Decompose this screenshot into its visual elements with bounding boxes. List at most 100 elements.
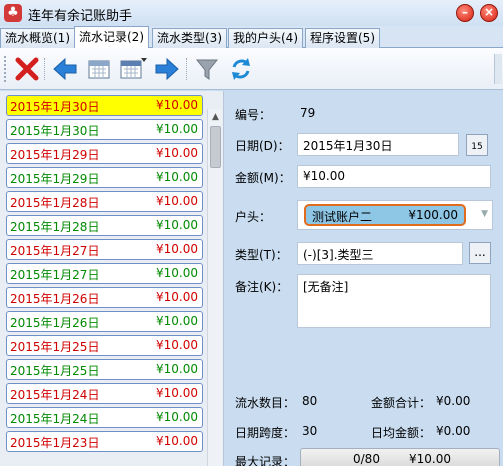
- delete-icon[interactable]: [12, 54, 42, 84]
- daily-value: ¥0.00: [436, 424, 471, 438]
- span-label: 日期跨度：: [235, 426, 296, 440]
- record-date: 2015年1月30日: [10, 100, 100, 114]
- record-date: 2015年1月28日: [10, 220, 100, 234]
- record-date: 2015年1月23日: [10, 436, 100, 450]
- record-list-item[interactable]: 2015年1月30日 ¥10.00: [6, 119, 203, 140]
- record-date: 2015年1月25日: [10, 340, 100, 354]
- arrow-right-icon[interactable]: [152, 54, 182, 84]
- record-list-item[interactable]: 2015年1月26日 ¥10.00: [6, 311, 203, 332]
- amount-label: 金额(M)：: [235, 171, 291, 185]
- refresh-icon[interactable]: [226, 54, 256, 84]
- date-field[interactable]: 2015年1月30日: [297, 133, 459, 156]
- tab-overview[interactable]: 流水概览(1): [0, 28, 75, 48]
- tab-bar: 流水概览(1) 流水记录(2) 流水类型(3) 我的户头(4) 程序设置(5): [0, 26, 503, 49]
- window-title: 连年有余记账助手: [28, 9, 133, 24]
- span-value: 30: [302, 424, 318, 438]
- tab-accounts[interactable]: 我的户头(4): [228, 28, 303, 48]
- record-amount: ¥10.00: [156, 266, 198, 280]
- record-list-item[interactable]: 2015年1月30日 ¥10.00: [6, 95, 203, 116]
- record-date: 2015年1月30日: [10, 124, 100, 138]
- record-date: 2015年1月26日: [10, 292, 100, 306]
- record-amount: ¥10.00: [156, 218, 198, 232]
- id-value: 79: [300, 106, 316, 120]
- filter-icon[interactable]: [192, 54, 222, 84]
- note-field[interactable]: [无备注]: [297, 274, 491, 328]
- calendar-icon: 15: [471, 142, 483, 152]
- type-field[interactable]: (-)[3].类型三: [297, 242, 463, 265]
- record-amount: ¥10.00: [156, 242, 198, 256]
- tab-types[interactable]: 流水类型(3): [152, 28, 227, 48]
- list-scrollbar[interactable]: ▲: [207, 109, 222, 466]
- record-amount: ¥10.00: [156, 386, 198, 400]
- record-amount: ¥10.00: [156, 122, 198, 136]
- max-record-count: 0/80: [353, 452, 380, 466]
- amount-field[interactable]: ¥10.00: [297, 165, 491, 188]
- record-amount: ¥10.00: [156, 146, 198, 160]
- record-amount: ¥10.00: [156, 362, 198, 376]
- record-list-item[interactable]: 2015年1月27日 ¥10.00: [6, 263, 203, 284]
- date-picker-button[interactable]: 15: [466, 134, 488, 156]
- record-list-item[interactable]: 2015年1月24日 ¥10.00: [6, 407, 203, 428]
- scroll-up-icon[interactable]: ▲: [208, 109, 223, 125]
- record-list-item[interactable]: 2015年1月23日 ¥10.00: [6, 431, 203, 452]
- record-list-item[interactable]: 2015年1月29日 ¥10.00: [6, 143, 203, 164]
- record-amount: ¥10.00: [156, 434, 198, 448]
- max-record-progress: 0/80 ¥10.00: [300, 448, 500, 466]
- toolbar: [0, 48, 503, 90]
- account-select[interactable]: 测试账户二 ¥100.00 ▼: [297, 200, 493, 230]
- total-label: 金额合计：: [371, 396, 432, 410]
- tab-records[interactable]: 流水记录(2): [74, 26, 149, 49]
- toolbar-separator: [186, 58, 188, 80]
- minimize-button[interactable]: –: [456, 4, 474, 22]
- record-date: 2015年1月26日: [10, 316, 100, 330]
- record-list-item[interactable]: 2015年1月27日 ¥10.00: [6, 239, 203, 260]
- account-name: 测试账户二: [312, 210, 373, 224]
- record-amount: ¥10.00: [156, 410, 198, 424]
- tab-settings[interactable]: 程序设置(5): [305, 28, 380, 48]
- calendar-dropdown-icon[interactable]: [118, 54, 148, 84]
- account-balance: ¥100.00: [408, 208, 458, 222]
- type-browse-button[interactable]: ...: [469, 242, 491, 264]
- count-label: 流水数目：: [235, 396, 296, 410]
- records-list: 2015年1月30日 ¥10.00 2015年1月30日 ¥10.00 2015年1月2…: [0, 91, 224, 466]
- max-record-amount: ¥10.00: [409, 452, 451, 466]
- title-bar: ♣ 连年有余记账助手 – ×: [0, 0, 503, 26]
- record-list-item[interactable]: 2015年1月28日 ¥10.00: [6, 215, 203, 236]
- toolbar-overflow-button[interactable]: [494, 54, 502, 84]
- toolbar-separator: [44, 58, 46, 80]
- total-value: ¥0.00: [436, 394, 471, 408]
- app-logo-icon: ♣: [4, 4, 22, 22]
- record-list-item[interactable]: 2015年1月28日 ¥10.00: [6, 191, 203, 212]
- record-amount: ¥10.00: [156, 314, 198, 328]
- toolbar-grip: [4, 56, 7, 82]
- scrollbar-thumb[interactable]: [210, 126, 221, 168]
- record-list-item[interactable]: 2015年1月25日 ¥10.00: [6, 359, 203, 380]
- id-label: 编号：: [235, 108, 272, 122]
- record-list-item[interactable]: 2015年1月25日 ¥10.00: [6, 335, 203, 356]
- record-date: 2015年1月27日: [10, 268, 100, 282]
- record-list-item[interactable]: 2015年1月29日 ¥10.00: [6, 167, 203, 188]
- record-date: 2015年1月29日: [10, 148, 100, 162]
- record-amount: ¥10.00: [156, 170, 198, 184]
- record-date: 2015年1月27日: [10, 244, 100, 258]
- record-list-item[interactable]: 2015年1月24日 ¥10.00: [6, 383, 203, 404]
- note-label: 备注(K)：: [235, 280, 289, 294]
- record-date: 2015年1月24日: [10, 388, 100, 402]
- record-amount: ¥10.00: [156, 98, 198, 112]
- max-label: 最大记录：: [235, 455, 296, 466]
- calendar-icon[interactable]: [84, 54, 114, 84]
- count-value: 80: [302, 394, 318, 408]
- record-list-item[interactable]: 2015年1月26日 ¥10.00: [6, 287, 203, 308]
- record-amount: ¥10.00: [156, 290, 198, 304]
- record-date: 2015年1月24日: [10, 412, 100, 426]
- account-label: 户头：: [235, 210, 272, 224]
- arrow-left-icon[interactable]: [50, 54, 80, 84]
- type-label: 类型(T)：: [235, 248, 288, 262]
- chevron-down-icon: ▼: [481, 209, 488, 219]
- record-amount: ¥10.00: [156, 338, 198, 352]
- close-button[interactable]: ×: [480, 4, 498, 22]
- date-label: 日期(D)：: [235, 139, 290, 153]
- record-date: 2015年1月29日: [10, 172, 100, 186]
- record-date: 2015年1月28日: [10, 196, 100, 210]
- account-chip: 测试账户二 ¥100.00: [304, 204, 466, 226]
